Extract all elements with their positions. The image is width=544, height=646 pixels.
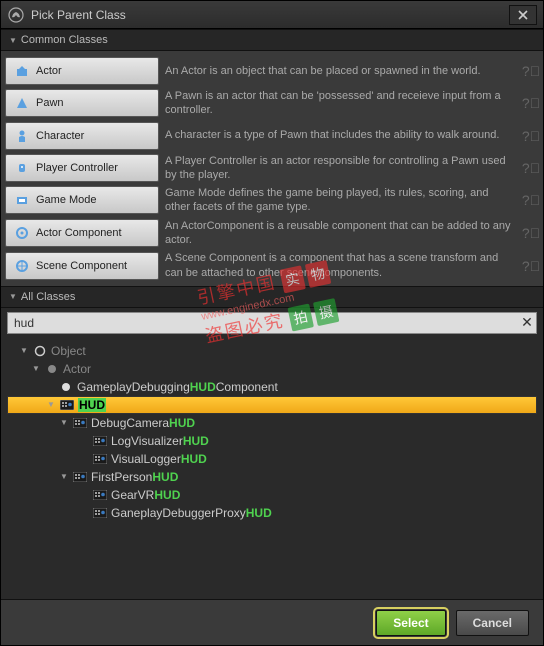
tree-label: Object: [51, 344, 86, 358]
class-label: Pawn: [36, 97, 64, 109]
tree-node-actor[interactable]: ▼ Actor: [7, 360, 537, 378]
class-button-actor-component[interactable]: Actor Component: [5, 219, 159, 247]
class-icon: [93, 436, 107, 446]
search-row: ✕: [7, 312, 537, 334]
class-icon: [60, 400, 74, 410]
class-row: Game Mode Game Mode defines the game bein…: [5, 186, 539, 215]
class-tree: ▼ Object ▼ Actor GameplayDebuggingHUDCom…: [1, 338, 543, 599]
clear-search-button[interactable]: ✕: [518, 314, 536, 331]
tree-node[interactable]: ▼ HUD: [7, 396, 537, 414]
tree-node[interactable]: LogVisualizerHUD: [7, 432, 537, 450]
caret-down-icon: ▼: [9, 292, 17, 301]
tree-node[interactable]: ▼ FirstPersonHUD: [7, 468, 537, 486]
class-label: Actor: [36, 65, 62, 77]
class-row: Actor An Actor is an object that can be p…: [5, 57, 539, 85]
tree-node[interactable]: GameplayDebuggingHUDComponent: [7, 378, 537, 396]
class-icon: [73, 418, 87, 428]
tree-label: GameplayDebuggingHUDComponent: [77, 380, 278, 394]
tree-label: HUD: [78, 398, 106, 412]
section-label: All Classes: [21, 291, 75, 303]
class-button-player-controller[interactable]: Player Controller: [5, 154, 159, 182]
class-icon: [14, 128, 30, 144]
close-button[interactable]: [509, 5, 537, 25]
cancel-button[interactable]: Cancel: [456, 610, 529, 636]
caret-icon: ▼: [59, 418, 69, 427]
caret-icon: ▼: [59, 472, 69, 481]
class-icon: [14, 225, 30, 241]
class-icon: [45, 364, 59, 374]
class-description: A Pawn is an actor that can be 'possesse…: [165, 89, 517, 118]
common-classes-header[interactable]: ▼ Common Classes: [1, 29, 543, 51]
select-button[interactable]: Select: [376, 610, 445, 636]
class-icon: [14, 160, 30, 176]
class-description: An Actor is an object that can be placed…: [165, 64, 517, 78]
class-button-character[interactable]: Character: [5, 122, 159, 150]
class-row: Player Controller A Player Controller is …: [5, 154, 539, 183]
caret-down-icon: ▼: [19, 346, 29, 355]
class-icon: [93, 454, 107, 464]
tree-node[interactable]: VisualLoggerHUD: [7, 450, 537, 468]
search-input[interactable]: [8, 316, 518, 330]
dialog-buttons: Select Cancel: [1, 599, 543, 645]
tree-label: LogVisualizerHUD: [111, 434, 209, 448]
class-button-scene-component[interactable]: Scene Component: [5, 252, 159, 280]
class-icon: [59, 382, 73, 392]
class-button-game-mode[interactable]: Game Mode: [5, 186, 159, 214]
class-button-pawn[interactable]: Pawn: [5, 89, 159, 117]
help-icon[interactable]: ?⃝: [523, 63, 539, 79]
class-row: Scene Component A Scene Component is a co…: [5, 251, 539, 280]
class-label: Game Mode: [36, 194, 97, 206]
class-icon: [14, 95, 30, 111]
tree-label: DebugCameraHUD: [91, 416, 195, 430]
tree-node[interactable]: ▼ DebugCameraHUD: [7, 414, 537, 432]
class-button-actor[interactable]: Actor: [5, 57, 159, 85]
class-icon: [14, 63, 30, 79]
tree-label: GearVRHUD: [111, 488, 180, 502]
tree-label: GaneplayDebuggerProxyHUD: [111, 506, 272, 520]
titlebar: Pick Parent Class: [1, 1, 543, 29]
all-classes-header[interactable]: ▼ All Classes: [1, 286, 543, 308]
class-row: Actor Component An ActorComponent is a re…: [5, 219, 539, 248]
class-description: An ActorComponent is a reusable componen…: [165, 219, 517, 248]
class-icon: [14, 258, 30, 274]
class-icon: [73, 472, 87, 482]
tree-node-object[interactable]: ▼ Object: [7, 342, 537, 360]
caret-icon: ▼: [46, 400, 56, 409]
class-row: Pawn A Pawn is an actor that can be 'poss…: [5, 89, 539, 118]
tree-node[interactable]: GearVRHUD: [7, 486, 537, 504]
class-label: Character: [36, 130, 84, 142]
window-title: Pick Parent Class: [31, 8, 509, 22]
class-description: Game Mode defines the game being played,…: [165, 186, 517, 215]
help-icon[interactable]: ?⃝: [523, 160, 539, 176]
class-description: A character is a type of Pawn that inclu…: [165, 128, 517, 142]
tree-label: VisualLoggerHUD: [111, 452, 207, 466]
help-icon[interactable]: ?⃝: [523, 128, 539, 144]
unreal-logo-icon: [7, 6, 25, 24]
section-label: Common Classes: [21, 34, 108, 46]
class-label: Scene Component: [36, 260, 127, 272]
class-icon: [33, 346, 47, 356]
class-description: A Player Controller is an actor responsi…: [165, 154, 517, 183]
class-icon: [93, 490, 107, 500]
class-row: Character A character is a type of Pawn t…: [5, 122, 539, 150]
tree-label: Actor: [63, 362, 91, 376]
class-label: Actor Component: [36, 227, 122, 239]
help-icon[interactable]: ?⃝: [523, 95, 539, 111]
help-icon[interactable]: ?⃝: [523, 225, 539, 241]
caret-down-icon: ▼: [9, 36, 17, 45]
help-icon[interactable]: ?⃝: [523, 258, 539, 274]
class-icon: [14, 192, 30, 208]
tree-label: FirstPersonHUD: [91, 470, 178, 484]
class-description: A Scene Component is a component that ha…: [165, 251, 517, 280]
caret-down-icon: ▼: [31, 364, 41, 373]
common-classes-panel: Actor An Actor is an object that can be p…: [1, 51, 543, 286]
class-label: Player Controller: [36, 162, 118, 174]
tree-node[interactable]: GaneplayDebuggerProxyHUD: [7, 504, 537, 522]
help-icon[interactable]: ?⃝: [523, 192, 539, 208]
class-icon: [93, 508, 107, 518]
